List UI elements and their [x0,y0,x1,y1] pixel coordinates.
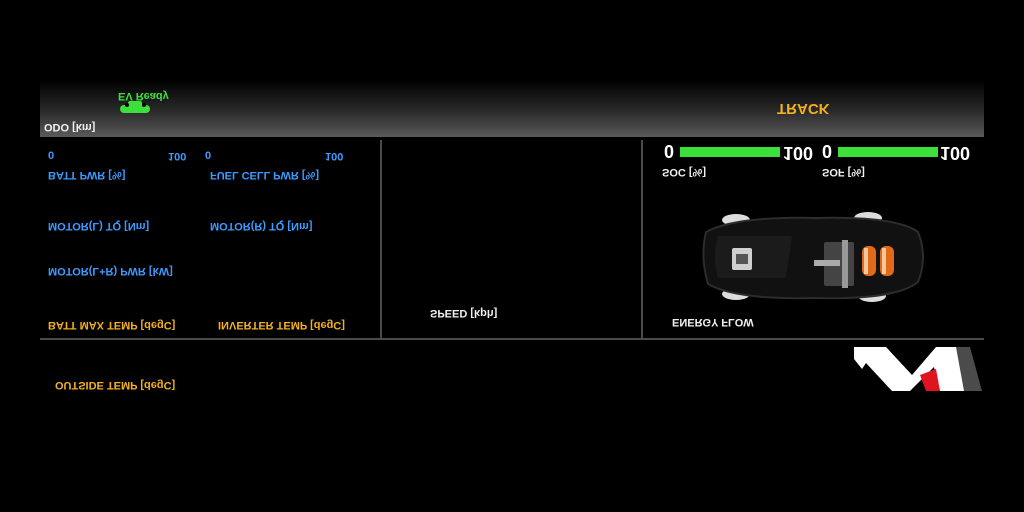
energy-flow-label: ENERGY FLOW [672,316,754,328]
fuel-cell-pwr-max: 100 [325,150,344,162]
divider-right [641,140,643,338]
batt-pwr-max: 100 [168,150,187,162]
brand-logo-icon [854,347,982,391]
sof-label: SOF [%] [822,166,865,178]
sof-bar-track [838,147,938,157]
fuel-cell-pwr-label: FUEL CELL PWR [%] [210,169,319,181]
motor-l-tq-label: MOTOR(L) TQ [Nm] [48,220,150,232]
outside-temp-label: OUTSIDE TEMP [degC] [55,379,176,391]
soc-bar-track [680,147,780,157]
speed-label: SPEED [kph] [430,307,498,319]
soc-label: SOC [%] [662,166,706,178]
divider-bottom [40,338,984,340]
motor-r-tq-label: MOTOR(R) TQ [Nm] [210,220,313,232]
header-bar [40,80,984,137]
sof-min: 0 [822,142,833,162]
batt-pwr-min: 0 [48,150,55,162]
ev-car-icon [120,101,150,113]
batt-pwr-label: BATT PWR [%] [48,169,126,181]
odo-label: ODO [km] [44,121,96,133]
sof-bar [838,147,938,157]
drive-mode-label: TRACK [777,100,830,117]
inverter-temp-label: INVERTER TEMP [degC] [218,319,345,331]
motor-lr-pwr-label: MOTOR(L+R) PWR [kW] [48,265,173,277]
fuel-cell-pwr-min: 0 [205,150,212,162]
vehicle-energy-flow-icon [702,212,924,302]
soc-min: 0 [664,142,675,162]
sof-max: 100 [940,143,971,163]
divider-left [380,140,382,338]
soc-bar [680,147,780,157]
batt-max-temp-label: BATT MAX TEMP [degC] [48,319,176,331]
soc-max: 100 [783,143,814,163]
